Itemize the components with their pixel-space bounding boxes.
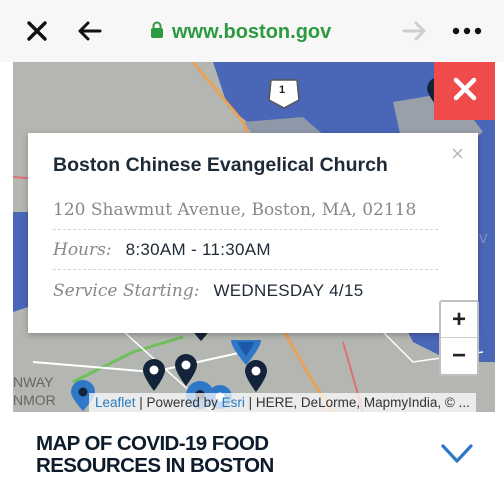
attribution-powered-by: | Powered by [135, 395, 222, 410]
popup-hours-row: Hours: 8:30AM - 11:30AM [53, 230, 438, 270]
zoom-control: + − [439, 300, 479, 376]
more-icon[interactable] [450, 14, 484, 48]
popup-address: 120 Shawmut Avenue, Boston, MA, 02118 [53, 199, 417, 220]
popup-close-button[interactable]: × [451, 141, 464, 167]
map-label-left-1: NWAY [13, 374, 54, 390]
url-text: www.boston.gov [172, 20, 332, 43]
route-shield-label: 1 [279, 84, 286, 96]
hours-label: Hours: [53, 239, 112, 260]
section-title-line-2: RESOURCES IN BOSTON [36, 454, 274, 477]
zoom-out-button[interactable]: − [441, 338, 477, 374]
chevron-down-icon[interactable] [440, 440, 474, 468]
hours-value: 8:30AM - 11:30AM [125, 239, 271, 259]
map[interactable]: 1 Riv NWAY NMOR Boston Chinese Evangelic… [13, 62, 495, 412]
popup-title: Boston Chinese Evangelical Church [53, 154, 388, 176]
zoom-in-button[interactable]: + [441, 302, 477, 338]
close-map-button[interactable] [434, 62, 495, 120]
back-arrow-icon[interactable] [72, 14, 106, 48]
esri-link[interactable]: Esri [222, 395, 245, 410]
selected-map-pin[interactable] [230, 328, 262, 370]
popup-address-row: 120 Shawmut Avenue, Boston, MA, 02118 [53, 190, 438, 230]
service-label: Service Starting: [53, 281, 200, 301]
map-attribution: Leaflet | Powered by Esri | HERE, DeLorm… [89, 393, 476, 412]
location-popup: Boston Chinese Evangelical Church × 120 … [28, 133, 478, 333]
browser-toolbar: www.boston.gov [0, 0, 504, 62]
leaflet-link[interactable]: Leaflet [95, 395, 136, 410]
popup-service-row: Service Starting: WEDNESDAY 4/15 [53, 271, 438, 311]
forward-arrow-icon[interactable] [398, 14, 432, 48]
close-icon [452, 76, 478, 106]
map-label-left-2: NMOR [13, 392, 56, 408]
service-value: WEDNESDAY 4/15 [213, 281, 364, 300]
attribution-rest: | HERE, DeLorme, MapmyIndia, © ... [244, 395, 470, 410]
map-pin-marker[interactable] [142, 358, 166, 396]
address-bar[interactable]: www.boston.gov [150, 18, 331, 46]
close-icon[interactable] [20, 14, 54, 48]
section-title[interactable]: MAP OF COVID-19 FOOD RESOURCES IN BOSTON [36, 433, 274, 477]
lock-icon [150, 21, 164, 44]
section-title-line-1: MAP OF COVID-19 FOOD [36, 432, 269, 455]
